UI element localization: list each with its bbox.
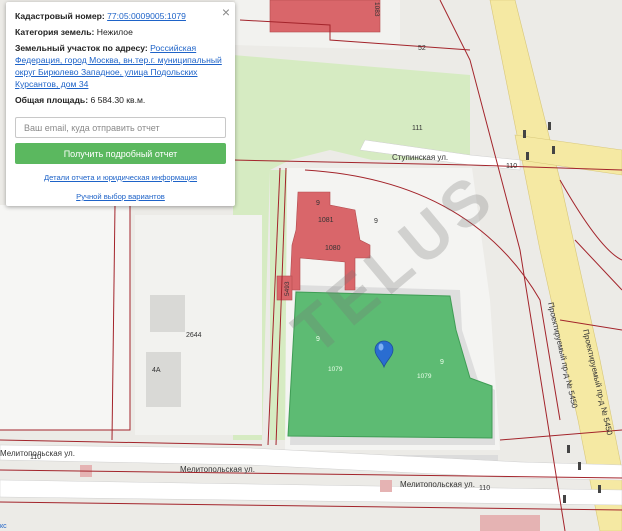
label-1079-b: 1079 xyxy=(417,373,432,380)
label-1079-a: 1079 xyxy=(328,366,343,373)
manual-select-link[interactable]: Ручной выбор вариантов xyxy=(76,192,165,201)
label-4a: 4А xyxy=(152,367,161,374)
building-gray-1 xyxy=(150,295,185,332)
label-9-b: 9 xyxy=(440,359,444,366)
block-left xyxy=(0,205,130,430)
details-link-wrap: Детали отчета и юридическая информация xyxy=(6,173,235,182)
category-label: Категория земель: xyxy=(15,27,95,37)
label-1083: 1083 xyxy=(373,2,380,17)
label-52: 52 xyxy=(418,45,426,52)
label-9-a: 9 xyxy=(316,336,320,343)
area-row: Общая площадь: 6 584.30 кв.м. xyxy=(15,94,226,106)
parcel-info-popup: × Кадастровый номер: 77:05:0009005:1079 … xyxy=(6,2,235,206)
get-report-button[interactable]: Получить подробный отчет xyxy=(15,143,226,164)
details-link[interactable]: Детали отчета и юридическая информация xyxy=(44,173,197,182)
label-110-bottom: 110 xyxy=(479,485,490,492)
label-edge: кс xyxy=(0,523,7,530)
park-strip xyxy=(270,170,288,440)
cadastral-row: Кадастровый номер: 77:05:0009005:1079 xyxy=(15,10,226,22)
category-row: Категория земель: Нежилое xyxy=(15,26,226,38)
label-110-left: 110 xyxy=(30,454,41,461)
label-111: 111 xyxy=(412,125,423,132)
street-melitopolskaya-2: Мелитопольская ул. xyxy=(400,480,475,489)
street-melitopolskaya-1: Мелитопольская ул. xyxy=(180,465,255,474)
label-2644: 2644 xyxy=(186,332,202,339)
building-gray-2 xyxy=(146,352,181,407)
label-9-d: 9 xyxy=(374,218,378,225)
label-110-right: 110 xyxy=(506,163,517,170)
building-1083 xyxy=(269,0,381,33)
building-small-2 xyxy=(380,480,392,492)
address-label: Земельный участок по адресу: xyxy=(15,43,148,53)
area-label: Общая площадь: xyxy=(15,95,89,105)
building-small-3 xyxy=(480,515,540,531)
label-9-c: 9 xyxy=(316,200,320,207)
cadastral-label: Кадастровый номер: xyxy=(15,11,105,21)
label-1081: 1081 xyxy=(318,217,334,224)
email-input[interactable] xyxy=(15,117,226,138)
label-1080: 1080 xyxy=(325,245,341,252)
manual-link-wrap: Ручной выбор вариантов xyxy=(6,192,235,201)
category-value: Нежилое xyxy=(96,27,133,37)
close-icon[interactable]: × xyxy=(222,4,230,20)
cadastral-number-link[interactable]: 77:05:0009005:1079 xyxy=(107,11,186,21)
label-5493: 5493 xyxy=(284,281,291,296)
address-row: Земельный участок по адресу: Российская … xyxy=(15,42,226,90)
area-value: 6 584.30 кв.м. xyxy=(90,95,146,105)
street-stupinskaya: Ступинская ул. xyxy=(392,153,448,162)
